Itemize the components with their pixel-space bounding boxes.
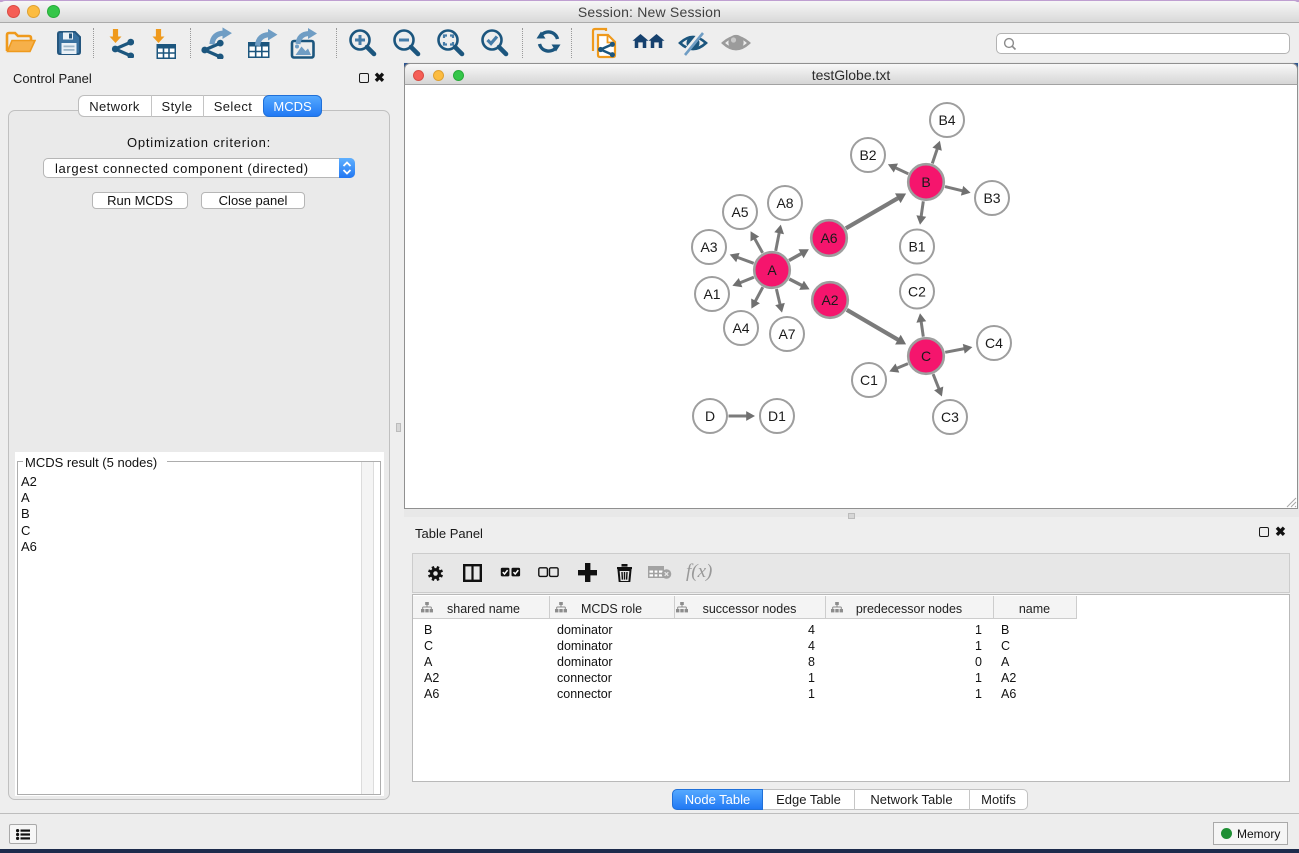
svg-text:D1: D1 — [768, 408, 786, 424]
svg-text:A8: A8 — [776, 195, 793, 211]
svg-text:A1: A1 — [703, 286, 720, 302]
svg-text:A5: A5 — [731, 204, 748, 220]
svg-text:A7: A7 — [778, 326, 795, 342]
svg-text:A: A — [767, 262, 777, 278]
svg-text:C2: C2 — [908, 283, 926, 299]
svg-text:B: B — [921, 174, 930, 190]
svg-text:A4: A4 — [732, 320, 749, 336]
svg-text:A6: A6 — [820, 230, 837, 246]
svg-text:B2: B2 — [859, 147, 876, 163]
svg-text:A3: A3 — [700, 239, 717, 255]
svg-text:B3: B3 — [983, 190, 1000, 206]
svg-text:C3: C3 — [941, 409, 959, 425]
svg-text:C4: C4 — [985, 335, 1003, 351]
svg-text:A2: A2 — [821, 292, 838, 308]
svg-text:D: D — [705, 408, 715, 424]
svg-text:B1: B1 — [908, 238, 925, 254]
svg-text:B4: B4 — [938, 112, 955, 128]
svg-text:C1: C1 — [860, 372, 878, 388]
svg-text:C: C — [921, 348, 931, 364]
